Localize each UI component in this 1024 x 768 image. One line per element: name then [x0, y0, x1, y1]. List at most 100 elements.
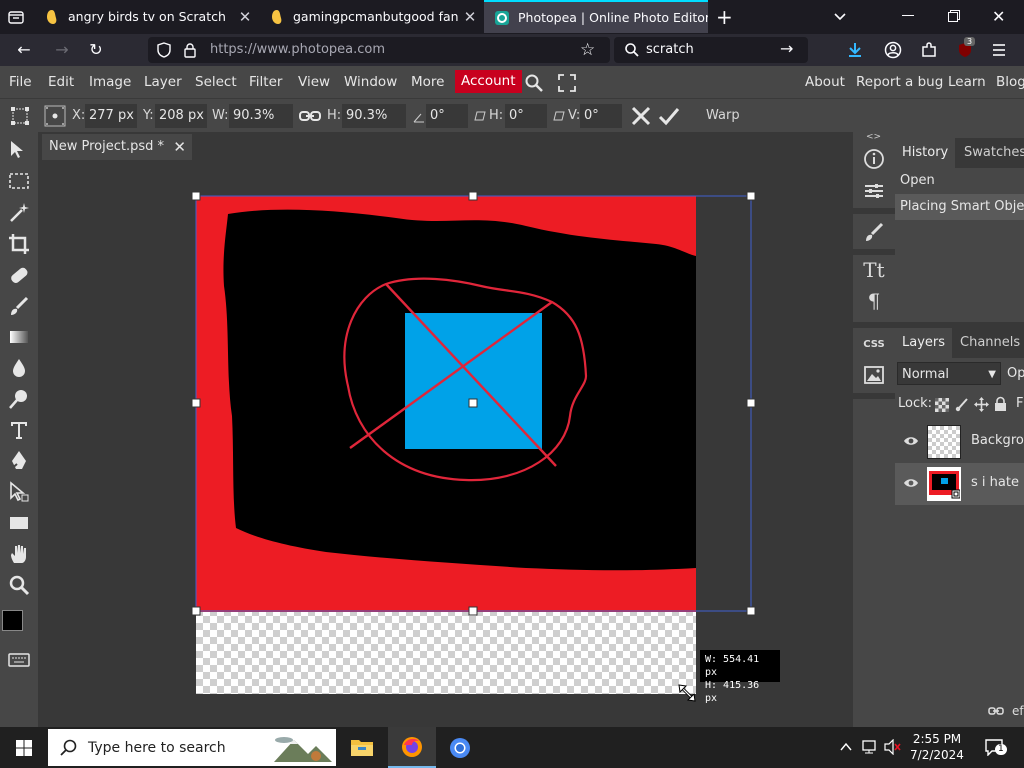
foreground-color-swatch[interactable]: [2, 610, 23, 631]
skew-vertical-input[interactable]: 0°: [580, 104, 622, 128]
menu-report-bug[interactable]: Report a bug: [856, 74, 943, 90]
show-hidden-icons-chevron-icon[interactable]: [840, 741, 852, 753]
url-bar[interactable]: https://www.photopea.com ☆: [148, 37, 610, 63]
browser-tab-scratch[interactable]: angry birds tv on Scratch ✕: [34, 0, 256, 33]
tab-list-chevron-icon[interactable]: [832, 8, 848, 24]
restore-window-icon[interactable]: [948, 10, 960, 22]
path-selection-tool-icon[interactable]: [7, 480, 31, 504]
menu-about[interactable]: About: [805, 74, 845, 90]
url-text[interactable]: https://www.photopea.com: [210, 42, 385, 57]
color-swatches[interactable]: [2, 608, 36, 642]
brush-tool-icon[interactable]: [7, 294, 31, 318]
link-chain-icon[interactable]: [299, 108, 321, 124]
tab-swatches[interactable]: Swatches: [957, 138, 1024, 168]
fullscreen-icon[interactable]: [558, 74, 576, 92]
tab-history[interactable]: History: [895, 138, 956, 168]
browser-tab-photopea[interactable]: Photopea | Online Photo Editor: [484, 0, 708, 33]
browser-tab-fan-place[interactable]: gamingpcmanbutgood fan plac ✕: [259, 0, 481, 33]
minimize-window-icon[interactable]: [902, 15, 914, 16]
x-position-input[interactable]: 277 px: [85, 104, 137, 128]
menu-file[interactable]: File: [9, 74, 32, 90]
lock-pixels-brush-icon[interactable]: [955, 397, 969, 412]
history-entry-selected[interactable]: Placing Smart Object: [895, 194, 1024, 220]
ublock-extension-icon[interactable]: 3: [956, 37, 976, 60]
visibility-eye-icon[interactable]: [903, 476, 919, 490]
reference-point-icon[interactable]: [44, 105, 66, 127]
dodge-tool-icon[interactable]: [7, 387, 31, 411]
volume-muted-icon[interactable]: [884, 739, 902, 755]
shield-icon[interactable]: [156, 42, 172, 58]
fill-label[interactable]: F: [1016, 396, 1023, 411]
type-tool-icon[interactable]: [7, 418, 31, 442]
tab-overview-icon[interactable]: [8, 9, 24, 25]
lock-position-move-icon[interactable]: [974, 397, 989, 412]
info-icon[interactable]: [862, 147, 886, 171]
menu-view[interactable]: View: [298, 74, 330, 90]
image-panel-icon[interactable]: [862, 363, 886, 387]
forward-arrow-icon[interactable]: →: [52, 40, 72, 60]
layer-effects-button[interactable]: ef: [1012, 704, 1024, 718]
magic-wand-tool-icon[interactable]: [7, 201, 31, 225]
menu-edit[interactable]: Edit: [48, 74, 74, 90]
back-arrow-icon[interactable]: ←: [14, 40, 34, 60]
height-input[interactable]: 90.3%: [342, 104, 406, 128]
search-bar[interactable]: scratch →: [614, 37, 808, 63]
hamburger-menu-icon[interactable]: [992, 43, 1006, 57]
reload-icon[interactable]: ↻: [86, 40, 106, 60]
taskbar-search-box[interactable]: Type here to search: [48, 729, 336, 766]
tab-layers[interactable]: Layers: [895, 328, 953, 358]
visibility-eye-icon[interactable]: [903, 434, 919, 448]
firefox-taskbar-icon[interactable]: [388, 727, 436, 768]
account-button[interactable]: Account: [455, 70, 522, 93]
chromium-taskbar-icon[interactable]: [448, 736, 472, 760]
layer-row-background[interactable]: Background: [895, 421, 1024, 463]
brush-settings-icon[interactable]: [862, 220, 886, 244]
search-go-arrow-icon[interactable]: →: [780, 39, 793, 58]
menu-layer[interactable]: Layer: [144, 74, 182, 90]
skew-horizontal-input[interactable]: 0°: [505, 104, 547, 128]
menu-more[interactable]: More: [411, 74, 444, 90]
link-layers-icon[interactable]: [988, 705, 1004, 717]
menu-image[interactable]: Image: [89, 74, 131, 90]
blur-tool-icon[interactable]: [7, 356, 31, 380]
menu-blog[interactable]: Blog: [996, 74, 1024, 90]
network-icon[interactable]: [862, 739, 880, 755]
move-tool-icon[interactable]: [7, 138, 31, 162]
layer-row-smart-object[interactable]: s i hate b: [895, 463, 1024, 505]
file-explorer-icon[interactable]: [350, 737, 374, 757]
marquee-tool-icon[interactable]: [7, 169, 31, 193]
rotation-input[interactable]: 0°: [426, 104, 468, 128]
menu-learn[interactable]: Learn: [948, 74, 986, 90]
close-window-icon[interactable]: ✕: [992, 7, 1005, 26]
pen-tool-icon[interactable]: [7, 449, 31, 473]
menu-filter[interactable]: Filter: [249, 74, 282, 90]
css-panel-icon[interactable]: CSS: [862, 332, 886, 356]
y-position-input[interactable]: 208 px: [155, 104, 207, 128]
commit-transform-check-icon[interactable]: [658, 106, 680, 126]
bookmark-star-icon[interactable]: ☆: [580, 40, 595, 60]
crop-tool-icon[interactable]: [7, 232, 31, 256]
opacity-label[interactable]: Op: [1007, 366, 1024, 381]
close-tab-icon[interactable]: ✕: [234, 8, 256, 26]
lock-all-icon[interactable]: [994, 396, 1007, 412]
collapse-panels-icon[interactable]: <>: [866, 132, 881, 142]
close-tab-icon[interactable]: ✕: [459, 8, 481, 26]
windows-start-icon[interactable]: [16, 740, 32, 756]
width-input[interactable]: 90.3%: [229, 104, 293, 128]
menu-window[interactable]: Window: [344, 74, 397, 90]
downloads-icon[interactable]: [846, 41, 864, 59]
new-tab-button[interactable]: +: [716, 5, 733, 29]
tab-channels[interactable]: Channels: [953, 328, 1024, 358]
blend-mode-select[interactable]: Normal ▼: [897, 362, 1001, 385]
keyboard-icon[interactable]: [7, 650, 31, 670]
lock-transparency-icon[interactable]: [935, 398, 949, 412]
character-panel-icon[interactable]: Tt: [862, 258, 886, 282]
menu-select[interactable]: Select: [195, 74, 237, 90]
history-entry[interactable]: Open: [895, 168, 1024, 194]
cancel-transform-icon[interactable]: [631, 106, 651, 126]
shape-tool-icon[interactable]: [7, 511, 31, 535]
taskbar-clock[interactable]: 2:55 PM 7/2/2024: [906, 731, 968, 763]
transform-bounding-box[interactable]: [190, 190, 760, 620]
adjustments-icon[interactable]: [862, 179, 886, 203]
notification-center-icon[interactable]: 1: [984, 738, 1007, 756]
